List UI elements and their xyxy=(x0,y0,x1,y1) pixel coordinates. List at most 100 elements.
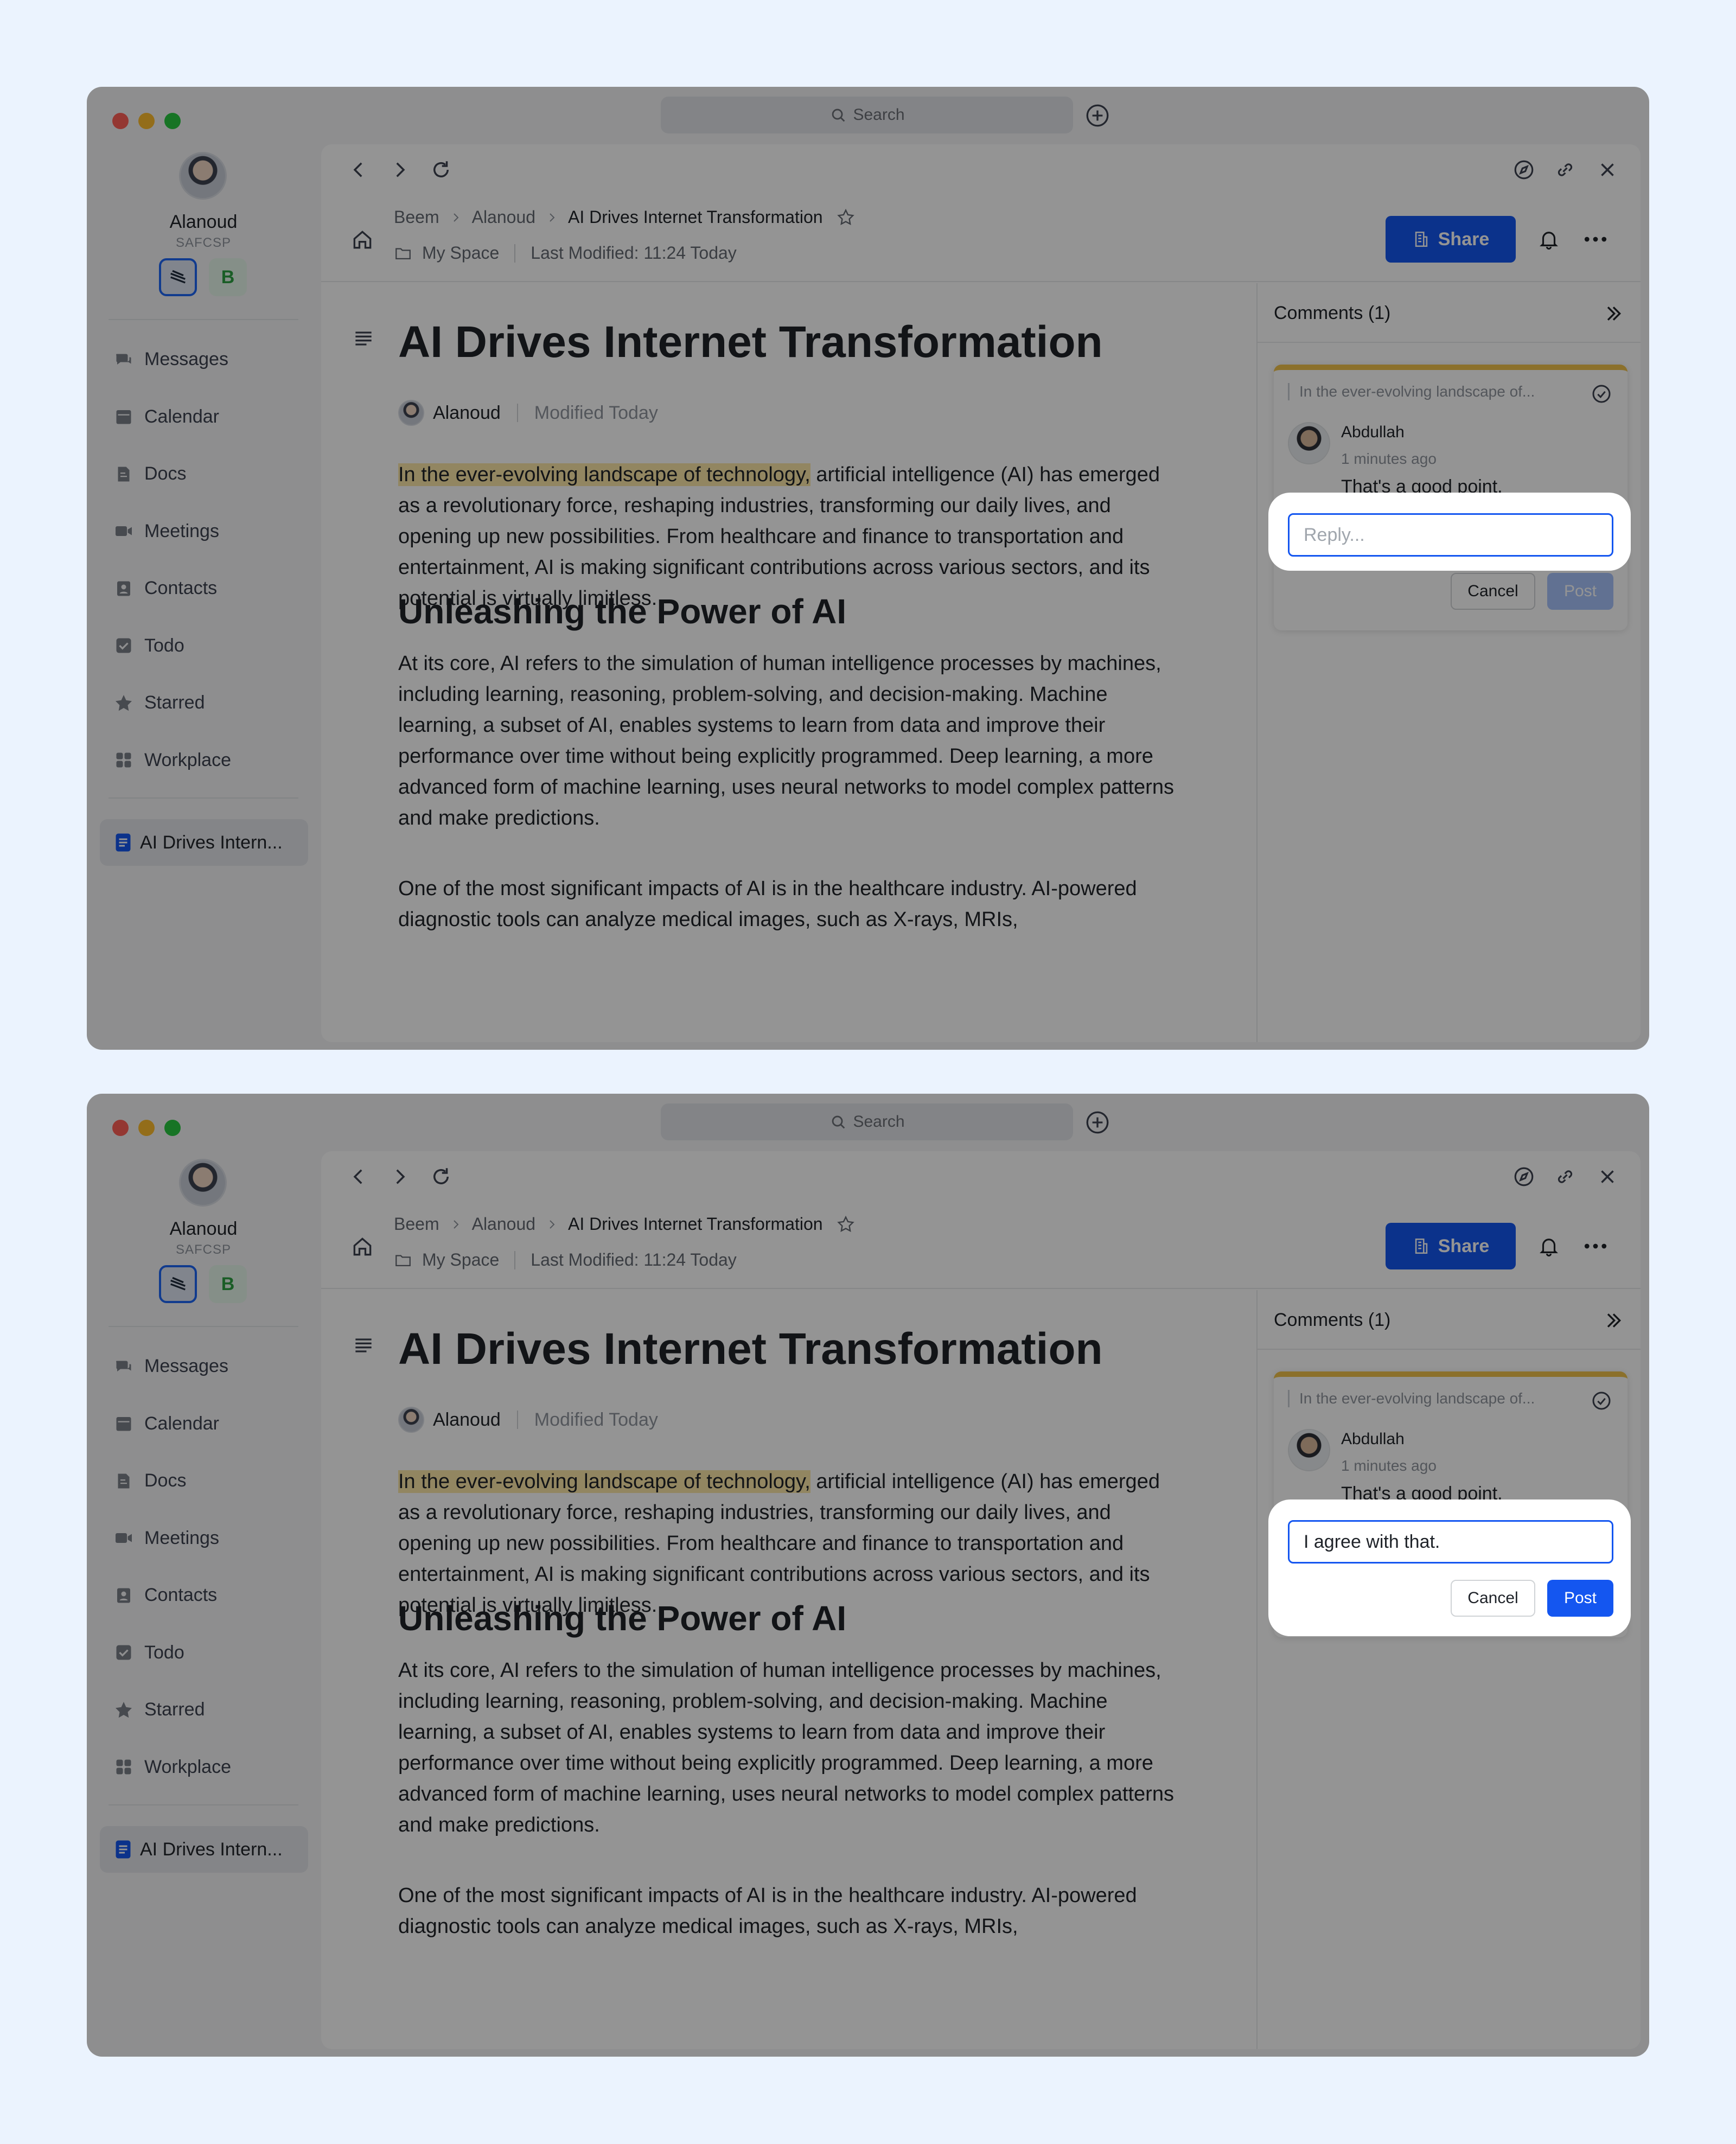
modified-label: Modified Today xyxy=(534,1409,658,1430)
refresh-icon[interactable] xyxy=(430,1165,452,1188)
modified-label: Modified Today xyxy=(534,402,658,423)
doc-location[interactable]: My Space xyxy=(422,243,499,263)
bell-icon[interactable] xyxy=(1537,1235,1560,1258)
sidebar-item-starred[interactable]: Starred xyxy=(108,674,298,732)
breadcrumb-parent[interactable]: Alanoud xyxy=(472,207,535,227)
sidebar-item-calendar[interactable]: Calendar xyxy=(108,1395,298,1453)
outline-icon[interactable] xyxy=(352,327,375,350)
doc-location[interactable]: My Space xyxy=(422,1250,499,1270)
avatar[interactable] xyxy=(179,152,227,200)
sidebar-item-workplace[interactable]: Workplace xyxy=(108,732,298,789)
comment-quote[interactable]: In the ever-evolving landscape of... xyxy=(1288,1390,1581,1407)
commented-highlight[interactable]: In the ever-evolving landscape of techno… xyxy=(398,463,810,486)
close-icon[interactable] xyxy=(1596,1165,1619,1188)
comments-panel: Comments (1) In the ever-evolving landsc… xyxy=(1256,1290,1641,2049)
avatar[interactable] xyxy=(1288,422,1330,464)
share-button[interactable]: Share xyxy=(1386,1223,1516,1269)
sidebar-item-starred[interactable]: Starred xyxy=(108,1681,298,1739)
collapse-panel-icon[interactable] xyxy=(1603,1310,1624,1331)
star-outline-icon[interactable] xyxy=(836,1215,856,1234)
author-name[interactable]: Alanoud xyxy=(433,403,501,424)
collapse-panel-icon[interactable] xyxy=(1603,303,1624,324)
sidebar-item-workplace[interactable]: Workplace xyxy=(108,1739,298,1796)
video-icon xyxy=(116,1533,132,1543)
minimize-window-button[interactable] xyxy=(138,113,155,129)
doc-meta: My Space Last Modified: 11:24 Today xyxy=(394,243,737,263)
outline-icon[interactable] xyxy=(352,1333,375,1357)
calendar-icon xyxy=(116,1417,131,1431)
star-outline-icon[interactable] xyxy=(836,208,856,227)
compass-icon[interactable] xyxy=(1512,1165,1535,1188)
resolve-check-icon[interactable] xyxy=(1591,1390,1612,1412)
forward-icon[interactable] xyxy=(388,1165,411,1188)
breadcrumb-root[interactable]: Beem xyxy=(394,207,439,227)
maximize-window-button[interactable] xyxy=(164,113,181,129)
sidebar-item-meetings[interactable]: Meetings xyxy=(108,1510,298,1567)
workspace-badge-safcsp[interactable] xyxy=(159,1265,197,1303)
home-icon[interactable] xyxy=(350,1235,374,1259)
doc-meta: My Space Last Modified: 11:24 Today xyxy=(394,1250,737,1270)
paragraph-2[interactable]: At its core, AI refers to the simulation… xyxy=(398,648,1179,834)
profile-name: Alanoud xyxy=(169,1218,238,1239)
author-name[interactable]: Alanoud xyxy=(433,1409,501,1431)
link-icon[interactable] xyxy=(1554,1165,1577,1188)
search-bar[interactable]: Search xyxy=(661,97,1073,133)
avatar[interactable] xyxy=(1288,1429,1330,1471)
back-icon[interactable] xyxy=(347,158,370,181)
close-window-button[interactable] xyxy=(112,1120,129,1136)
workspace-badge-b[interactable]: B xyxy=(209,258,247,296)
back-icon[interactable] xyxy=(347,1165,370,1188)
sidebar-item-messages[interactable]: Messages xyxy=(108,1338,298,1395)
resolve-check-icon[interactable] xyxy=(1591,383,1612,405)
chevron-right-icon xyxy=(550,213,555,222)
avatar[interactable] xyxy=(398,400,424,426)
link-icon[interactable] xyxy=(1554,158,1577,181)
search-bar[interactable]: Search xyxy=(661,1103,1073,1140)
forward-icon[interactable] xyxy=(388,158,411,181)
sidebar-item-label: Docs xyxy=(144,1470,187,1491)
close-window-button[interactable] xyxy=(112,113,129,129)
sidebar-item-messages[interactable]: Messages xyxy=(108,331,298,388)
paragraph-3[interactable]: One of the most significant impacts of A… xyxy=(398,873,1179,935)
sidebar-item-contacts[interactable]: Contacts xyxy=(108,560,298,617)
refresh-icon[interactable] xyxy=(430,158,452,181)
close-icon[interactable] xyxy=(1596,158,1619,181)
sidebar-item-docs[interactable]: Docs xyxy=(108,1452,298,1510)
comment-quote[interactable]: In the ever-evolving landscape of... xyxy=(1288,383,1581,400)
bell-icon[interactable] xyxy=(1537,228,1560,251)
avatar[interactable] xyxy=(398,1407,424,1433)
workspace-badge-b[interactable]: B xyxy=(209,1265,247,1303)
maximize-window-button[interactable] xyxy=(164,1120,181,1136)
cancel-button[interactable]: Cancel xyxy=(1451,573,1535,610)
breadcrumb-root[interactable]: Beem xyxy=(394,1214,439,1234)
chevron-right-icon xyxy=(550,1220,555,1229)
add-circle-icon[interactable] xyxy=(1084,1109,1111,1136)
sidebar-item-meetings[interactable]: Meetings xyxy=(108,503,298,560)
home-icon[interactable] xyxy=(350,228,374,252)
more-icon[interactable] xyxy=(1583,228,1608,251)
sidebar-item-contacts[interactable]: Contacts xyxy=(108,1567,298,1624)
share-button[interactable]: Share xyxy=(1386,216,1516,263)
more-icon[interactable] xyxy=(1583,1235,1608,1258)
breadcrumb-parent[interactable]: Alanoud xyxy=(472,1214,535,1234)
comments-header: Comments (1) xyxy=(1258,283,1641,343)
sidebar-item-todo[interactable]: Todo xyxy=(108,617,298,675)
open-doc-tab[interactable]: AI Drives Intern... xyxy=(100,819,308,866)
sidebar-item-docs[interactable]: Docs xyxy=(108,445,298,503)
commenter-name[interactable]: Abdullah xyxy=(1341,423,1405,442)
add-circle-icon[interactable] xyxy=(1084,102,1111,129)
paragraph-2[interactable]: At its core, AI refers to the simulation… xyxy=(398,1655,1179,1841)
compass-icon[interactable] xyxy=(1512,158,1535,181)
minimize-window-button[interactable] xyxy=(138,1120,155,1136)
post-button[interactable]: Post xyxy=(1547,573,1613,610)
commenter-name[interactable]: Abdullah xyxy=(1341,1430,1405,1449)
sidebar-item-label: Docs xyxy=(144,463,187,484)
contacts-icon xyxy=(117,581,130,596)
workspace-badge-safcsp[interactable] xyxy=(159,258,197,296)
sidebar-item-calendar[interactable]: Calendar xyxy=(108,388,298,446)
paragraph-3[interactable]: One of the most significant impacts of A… xyxy=(398,1880,1179,1942)
avatar[interactable] xyxy=(179,1159,227,1207)
sidebar-item-todo[interactable]: Todo xyxy=(108,1624,298,1682)
open-doc-tab[interactable]: AI Drives Intern... xyxy=(100,1826,308,1873)
commented-highlight[interactable]: In the ever-evolving landscape of techno… xyxy=(398,1470,810,1493)
